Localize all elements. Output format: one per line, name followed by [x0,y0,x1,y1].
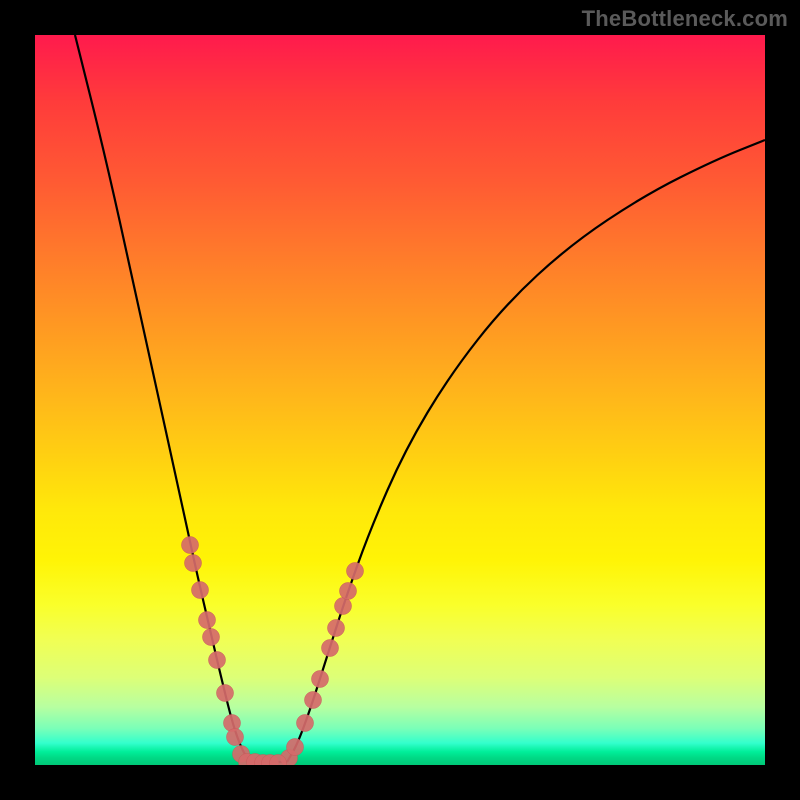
right-marker [347,563,364,580]
right-marker [305,692,322,709]
right-marker [335,598,352,615]
right-marker [312,671,329,688]
left-marker [199,612,216,629]
plot-area [35,35,765,765]
left-marker [227,729,244,746]
left-marker [217,685,234,702]
left-marker [192,582,209,599]
right-marker [328,620,345,637]
curve-svg [35,35,765,765]
left-marker [182,537,199,554]
left-marker [203,629,220,646]
right-marker [287,739,304,756]
watermark-text: TheBottleneck.com [582,6,788,32]
right-marker [340,583,357,600]
right-curve-path [287,140,765,762]
right-marker [322,640,339,657]
left-curve-path [75,35,250,762]
data-markers [182,537,364,766]
chart-container: TheBottleneck.com [0,0,800,800]
left-marker [185,555,202,572]
right-marker [297,715,314,732]
left-marker [209,652,226,669]
